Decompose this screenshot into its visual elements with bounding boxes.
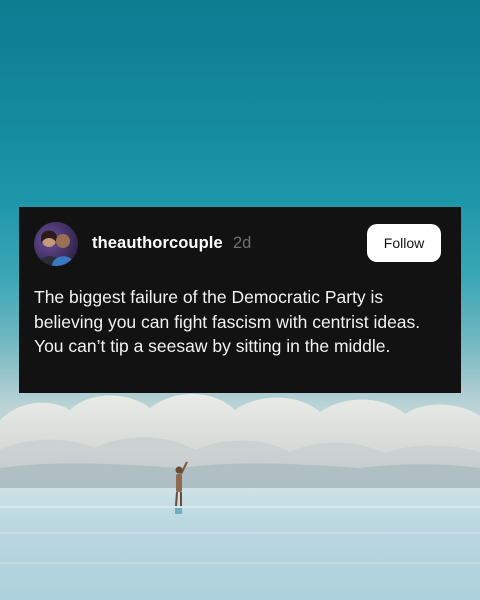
avatar-photo-icon	[38, 230, 74, 266]
post-text: The biggest failure of the Democratic Pa…	[34, 287, 421, 356]
post-card: theauthorcouple 2d Follow The biggest fa…	[19, 207, 461, 393]
water-surface	[0, 488, 480, 600]
background-scene: theauthorcouple 2d Follow The biggest fa…	[0, 0, 480, 600]
water-reflection	[0, 506, 480, 508]
water-reflection	[0, 562, 480, 564]
cloud-bank	[0, 393, 480, 490]
post-time: 2d	[233, 234, 252, 252]
follow-button[interactable]: Follow	[367, 224, 441, 262]
water-reflection	[0, 532, 480, 534]
username[interactable]: theauthorcouple	[92, 234, 223, 253]
avatar[interactable]	[34, 222, 78, 266]
standing-figure	[175, 461, 188, 514]
